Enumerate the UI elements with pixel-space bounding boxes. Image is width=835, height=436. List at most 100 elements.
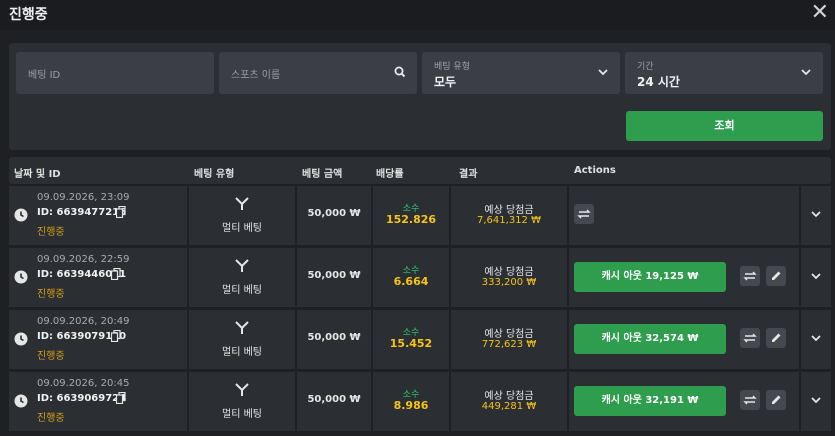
actions-cell: 캐시 아웃 19,125 ₩ bbox=[569, 248, 799, 307]
date-id-cell: 09.09.2026, 22:59 ID: 6639446011 진행중 bbox=[9, 248, 187, 307]
chevron-down-icon[interactable] bbox=[810, 394, 822, 406]
period-select[interactable]: 기간 24 시간 bbox=[625, 52, 823, 94]
column-header-date-id: 날짜 및 ID bbox=[14, 169, 61, 180]
payout-value: 7,641,312 ₩ bbox=[477, 215, 541, 226]
result-cell: 예상 당첨금 772,623 ₩ bbox=[451, 310, 567, 369]
pencil-icon bbox=[772, 271, 781, 280]
odds-value: 6.664 bbox=[393, 275, 429, 288]
actions-cell: 캐시 아웃 32,574 ₩ bbox=[569, 310, 799, 369]
amount-cell: 50,000 ₩ bbox=[297, 372, 371, 431]
swap-button[interactable] bbox=[740, 266, 760, 286]
clock-icon bbox=[14, 394, 28, 408]
bet-id-placeholder: 베팅 ID bbox=[28, 70, 61, 81]
payout-value: 772,623 ₩ bbox=[481, 339, 537, 350]
cashout-button[interactable]: 캐시 아웃 32,574 ₩ bbox=[574, 324, 726, 354]
edit-button[interactable] bbox=[766, 390, 786, 410]
bet-id: ID: 6639477216 bbox=[37, 207, 127, 218]
date-id-cell: 09.09.2026, 20:49 ID: 6639079110 진행중 bbox=[9, 310, 187, 369]
result-cell: 예상 당첨금 449,281 ₩ bbox=[451, 372, 567, 431]
table-row: 09.09.2026, 22:59 ID: 6639446011 진행중 멀티 … bbox=[9, 248, 831, 307]
bet-amount: 50,000 ₩ bbox=[307, 394, 361, 405]
multi-bet-icon bbox=[235, 259, 249, 272]
bet-type-cell: 멀티 베팅 bbox=[189, 248, 295, 307]
column-header-odds: 배당률 bbox=[376, 169, 404, 180]
bet-type-text: 멀티 베팅 bbox=[222, 409, 262, 420]
sport-name-input[interactable]: 스포츠 이름 bbox=[219, 52, 417, 94]
query-button[interactable]: 조회 bbox=[626, 111, 823, 141]
copy-icon[interactable] bbox=[116, 392, 126, 404]
cashout-button[interactable]: 캐시 아웃 32,191 ₩ bbox=[574, 386, 726, 416]
chevron-down-icon bbox=[801, 69, 811, 76]
pencil-icon bbox=[772, 395, 781, 404]
close-icon[interactable]: ✕ bbox=[811, 0, 829, 28]
chevron-down-icon bbox=[598, 69, 608, 76]
odds-value: 8.986 bbox=[393, 399, 429, 412]
column-header-bet-type: 베팅 유형 bbox=[194, 169, 235, 180]
copy-icon[interactable] bbox=[111, 268, 121, 280]
bet-date: 09.09.2026, 22:59 bbox=[37, 254, 130, 265]
swap-icon bbox=[743, 395, 757, 405]
search-icon[interactable] bbox=[393, 65, 407, 79]
odds-cell: 소수 152.826 bbox=[373, 186, 449, 245]
bet-type-text: 멀티 베팅 bbox=[222, 285, 262, 296]
table-row: 09.09.2026, 23:09 ID: 6639477216 진행중 멀티 … bbox=[9, 186, 831, 245]
amount-cell: 50,000 ₩ bbox=[297, 248, 371, 307]
bet-id: ID: 6639069724 bbox=[37, 393, 127, 404]
payout-value: 449,281 ₩ bbox=[481, 401, 537, 412]
bet-id-input[interactable]: 베팅 ID bbox=[16, 52, 214, 94]
top-bar: 진행중 ✕ bbox=[0, 0, 835, 30]
chevron-down-icon[interactable] bbox=[810, 270, 822, 282]
period-label: 기간 bbox=[637, 62, 654, 72]
table-row: 09.09.2026, 20:49 ID: 6639079110 진행중 멀티 … bbox=[9, 310, 831, 369]
payout-label: 예상 당첨금 bbox=[484, 267, 534, 278]
result-cell: 예상 당첨금 333,200 ₩ bbox=[451, 248, 567, 307]
sport-name-placeholder: 스포츠 이름 bbox=[231, 70, 281, 81]
edit-button[interactable] bbox=[766, 266, 786, 286]
expand-cell bbox=[801, 248, 831, 307]
edit-button[interactable] bbox=[766, 328, 786, 348]
amount-cell: 50,000 ₩ bbox=[297, 310, 371, 369]
odds-value: 152.826 bbox=[385, 213, 437, 226]
amount-cell: 50,000 ₩ bbox=[297, 186, 371, 245]
payout-label: 예상 당첨금 bbox=[484, 391, 534, 402]
filter-panel: 베팅 ID 스포츠 이름 베팅 유형 모두 기간 24 시간 조회 bbox=[9, 43, 831, 150]
copy-icon[interactable] bbox=[116, 206, 126, 218]
bet-type-select[interactable]: 베팅 유형 모두 bbox=[422, 52, 620, 94]
column-header-actions: Actions bbox=[574, 165, 616, 176]
column-header-amount: 베팅 금액 bbox=[302, 169, 343, 180]
copy-icon[interactable] bbox=[111, 330, 121, 342]
status-text: 진행중 bbox=[37, 289, 65, 300]
bet-type-value: 모두 bbox=[434, 75, 457, 89]
bet-date: 09.09.2026, 20:45 bbox=[37, 378, 130, 389]
status-text: 진행중 bbox=[37, 413, 65, 424]
clock-icon bbox=[14, 270, 28, 284]
chevron-down-icon[interactable] bbox=[810, 332, 822, 344]
swap-button[interactable] bbox=[740, 328, 760, 348]
chevron-down-icon[interactable] bbox=[810, 208, 822, 220]
odds-cell: 소수 6.664 bbox=[373, 248, 449, 307]
cashout-button[interactable]: 캐시 아웃 19,125 ₩ bbox=[574, 262, 726, 292]
table-row: 09.09.2026, 20:45 ID: 6639069724 진행중 멀티 … bbox=[9, 372, 831, 431]
swap-button[interactable] bbox=[740, 390, 760, 410]
bet-amount: 50,000 ₩ bbox=[307, 208, 361, 219]
payout-label: 예상 당첨금 bbox=[484, 329, 534, 340]
expand-cell bbox=[801, 186, 831, 245]
actions-cell: 캐시 아웃 32,191 ₩ bbox=[569, 372, 799, 431]
swap-icon bbox=[743, 333, 757, 343]
bet-type-text: 멀티 베팅 bbox=[222, 347, 262, 358]
bet-date: 09.09.2026, 20:49 bbox=[37, 316, 130, 327]
table-header: 날짜 및 ID 베팅 유형 베팅 금액 배당률 결과 Actions bbox=[9, 157, 831, 184]
expand-cell bbox=[801, 372, 831, 431]
payout-value: 333,200 ₩ bbox=[481, 277, 537, 288]
swap-button[interactable] bbox=[574, 204, 594, 224]
payout-label: 예상 당첨금 bbox=[484, 205, 534, 216]
bet-type-cell: 멀티 베팅 bbox=[189, 372, 295, 431]
page-title: 진행중 bbox=[9, 7, 48, 23]
bet-date: 09.09.2026, 23:09 bbox=[37, 192, 130, 203]
swap-icon bbox=[743, 271, 757, 281]
swap-icon bbox=[577, 209, 591, 219]
multi-bet-icon bbox=[235, 197, 249, 210]
status-text: 진행중 bbox=[37, 227, 65, 238]
multi-bet-icon bbox=[235, 321, 249, 334]
bet-amount: 50,000 ₩ bbox=[307, 270, 361, 281]
